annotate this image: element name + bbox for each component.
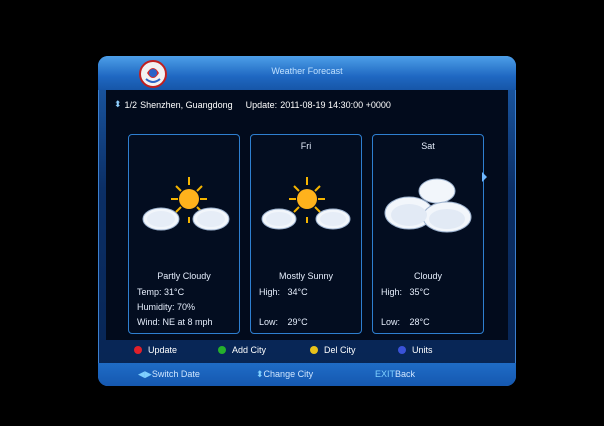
forecast-panel: ⬍ 1/2 Shenzhen, Guangdong Update: 2011-0…	[106, 90, 508, 340]
low-label: Low:	[381, 317, 401, 327]
units-button-label: Units	[412, 345, 433, 355]
card-condition: Mostly Sunny	[278, 271, 334, 281]
update-button-label: Update	[148, 345, 178, 355]
location-line: ⬍ 1/2 Shenzhen, Guangdong Update: 2011-0…	[114, 99, 391, 110]
low-value: 28°C	[409, 317, 430, 327]
window-title: Weather Forecast	[271, 66, 343, 76]
switch-date-label: Switch Date	[151, 369, 200, 379]
weather-dialog: Weather Forecast ⬍ 1/2 Shenzhen, Guangdo…	[98, 56, 516, 386]
location-index: 1/2	[124, 99, 138, 110]
card-low-row: Low: 29°C	[259, 317, 308, 327]
color-button-bar: Update Add City Del City Units	[106, 343, 508, 359]
forecast-card-today[interactable]: Partly Cloudy Temp: 31°C Humidity: 70% W…	[128, 134, 240, 334]
location-city[interactable]: Shenzhen, Guangdong	[140, 100, 233, 110]
high-label: High:	[259, 287, 281, 297]
humidity-label: Humidity:	[137, 302, 175, 312]
yellow-key-icon	[310, 346, 318, 354]
forecast-card-fri[interactable]: Fri Mostly Sunny High: 34°C Low: 29°C	[250, 134, 362, 334]
exit-key: EXIT	[375, 369, 396, 379]
card-day: Fri	[300, 141, 312, 151]
green-key-icon	[218, 346, 226, 354]
del-city-button-label: Del City	[324, 345, 356, 355]
units-button[interactable]: Units	[398, 345, 433, 355]
partly-cloudy-icon	[142, 177, 230, 231]
card-high-row: High: 34°C	[259, 287, 308, 297]
change-city-hint[interactable]: ⬍Change City	[256, 369, 313, 380]
low-value: 29°C	[287, 317, 308, 327]
card-high-row: High: 35°C	[381, 287, 430, 297]
forecast-card-sat[interactable]: Sat Cloudy High: 35°C Low: 28°C	[372, 134, 484, 334]
high-value: 34°C	[287, 287, 308, 297]
temp-label: Temp:	[137, 287, 162, 297]
red-key-icon	[134, 346, 142, 354]
up-down-arrow-icon: ⬍	[256, 369, 264, 379]
wind-value: NE at 8 mph	[162, 317, 213, 327]
mostly-sunny-icon	[261, 177, 351, 230]
add-city-button-label: Add City	[232, 345, 267, 355]
high-label: High:	[381, 287, 403, 297]
del-city-button[interactable]: Del City	[310, 345, 356, 355]
left-right-arrow-icon: ◀▶	[138, 369, 152, 379]
wind-label: Wind:	[137, 317, 161, 327]
cloudy-icon	[384, 178, 472, 233]
blue-key-icon	[398, 346, 406, 354]
update-button[interactable]: Update	[134, 345, 177, 355]
update-label: Update:	[245, 99, 278, 110]
card-low-row: Low: 28°C	[381, 317, 430, 327]
next-arrow-icon[interactable]	[482, 172, 487, 182]
temp-value: 31°C	[164, 287, 185, 297]
update-time: 2011-08-19 14:30:00 +0000	[280, 99, 391, 110]
change-city-label: Change City	[263, 369, 314, 379]
high-value: 35°C	[409, 287, 430, 297]
card-humidity-row: Humidity: 70%	[137, 302, 195, 312]
switch-date-hint[interactable]: ◀▶Switch Date	[138, 369, 200, 380]
navigation-hints: ◀▶Switch Date ⬍Change City EXITBack	[98, 363, 516, 386]
card-condition: Cloudy	[413, 271, 442, 281]
low-label: Low:	[259, 317, 279, 327]
exit-hint[interactable]: EXITBack	[375, 369, 415, 379]
up-down-arrow-icon: ⬍	[114, 99, 122, 109]
card-temp-row: Temp: 31°C	[137, 287, 184, 297]
card-wind-row: Wind: NE at 8 mph	[137, 317, 213, 327]
card-condition: Partly Cloudy	[157, 271, 211, 281]
exit-label: Back	[395, 369, 416, 379]
card-day: Sat	[421, 141, 435, 151]
humidity-value: 70%	[177, 302, 196, 312]
add-city-button[interactable]: Add City	[218, 345, 266, 355]
title-bar: Weather Forecast	[98, 56, 516, 90]
